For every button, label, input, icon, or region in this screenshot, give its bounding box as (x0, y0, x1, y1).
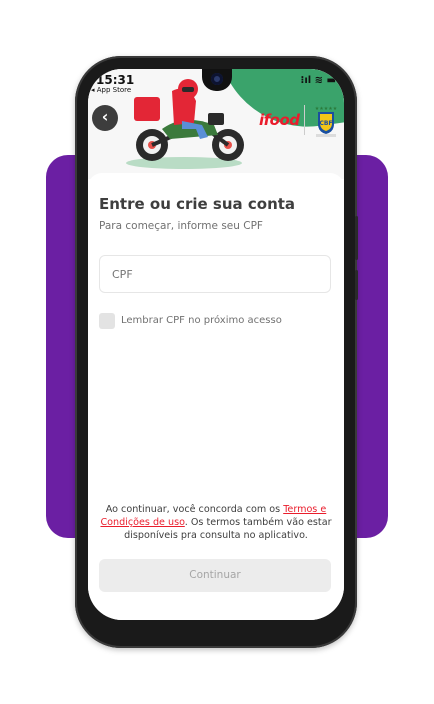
remember-cpf-checkbox[interactable] (99, 313, 115, 329)
continue-button[interactable]: Continuar (99, 559, 331, 592)
chevron-left-icon: ‹ (101, 107, 109, 126)
terms-notice: Ao continuar, você concorda com os Termo… (96, 503, 336, 542)
cbf-crest-icon: ★★★★★ CBF (315, 106, 338, 137)
terms-text-before: Ao continuar, você concorda com os (105, 504, 284, 515)
power-button (355, 270, 358, 300)
motorcycle-courier-illustration (126, 79, 244, 169)
phone-screen: ifood ★★★★★ CBF 15:31 ◂ App Store ⁝ıl ≋ … (88, 69, 344, 620)
page-subtitle: Para começar, informe seu CPF (99, 220, 263, 232)
camera-lens (211, 73, 223, 85)
logo-divider (304, 105, 305, 135)
remember-cpf-label: Lembrar CPF no próximo acesso (121, 315, 282, 326)
status-icons: ⁝ıl ≋ ▬ (300, 75, 336, 86)
header-banner: ifood ★★★★★ CBF 15:31 ◂ App Store ⁝ıl ≋ … (88, 69, 344, 179)
svg-text:CBF: CBF (319, 120, 332, 127)
volume-button (355, 216, 358, 260)
page-title: Entre ou crie sua conta (99, 195, 296, 213)
status-time: 15:31 (96, 73, 135, 87)
login-sheet: Entre ou crie sua conta Para começar, in… (88, 173, 344, 620)
svg-text:★★★★★: ★★★★★ (315, 106, 338, 112)
back-button[interactable]: ‹ (92, 105, 118, 131)
back-to-app-store-link[interactable]: ◂ App Store (91, 86, 131, 94)
ifood-logo: ifood (259, 111, 300, 129)
cpf-input[interactable] (99, 255, 331, 293)
